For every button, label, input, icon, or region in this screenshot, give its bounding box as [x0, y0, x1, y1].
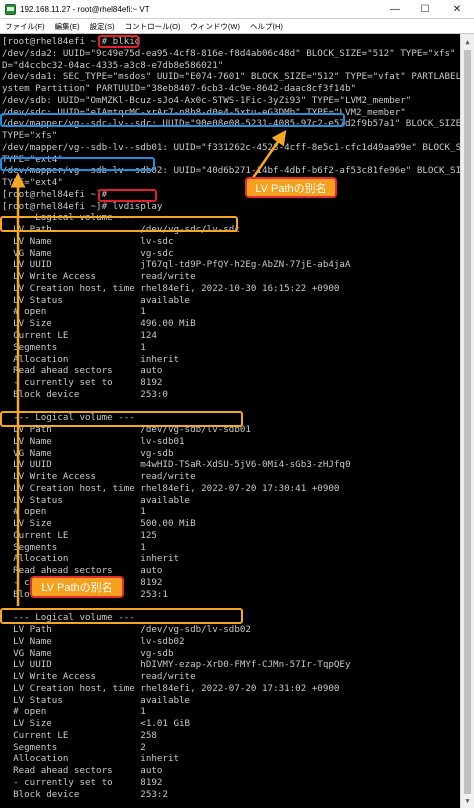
terminal-line: # open 1: [2, 306, 146, 318]
terminal-line: /dev/sda1: SEC_TYPE="msdos" UUID="E074-7…: [2, 71, 460, 83]
terminal-line: LV Creation host, time rhel84efi, 2022-0…: [2, 682, 340, 694]
terminal-line: /dev/mapper/vg--sdb-lv--sdb01: UUID="f33…: [2, 141, 460, 153]
scrollbar-thumb[interactable]: [464, 50, 471, 794]
teraterm-app-icon[interactable]: [4, 3, 16, 15]
maximize-button[interactable]: ☐: [410, 0, 440, 19]
terminal-line: VG Name vg-sdb: [2, 447, 174, 459]
terminal-line: LV Write Access read/write: [2, 471, 196, 483]
terminal-line: # open 1: [2, 706, 146, 718]
menu-window[interactable]: ウィンドウ(W): [185, 21, 245, 32]
terminal-line: Allocation inherit: [2, 353, 180, 365]
terminal-line: Segments 1: [2, 341, 146, 353]
terminal-line: VG Name vg-sdc: [2, 247, 174, 259]
terminal-line: LV Size 500.00 MiB: [2, 518, 196, 530]
terminal-line: LV Creation host, time rhel84efi, 2022-1…: [2, 282, 340, 294]
terminal-line: VG Name vg-sdb: [2, 647, 174, 659]
scroll-up-arrow-icon[interactable]: ▲: [461, 35, 474, 48]
menu-setup[interactable]: 設定(S): [85, 21, 120, 32]
menu-help[interactable]: ヘルプ(H): [245, 21, 288, 32]
menu-edit[interactable]: 編集(E): [50, 21, 85, 32]
terminal-line: Segments 2: [2, 741, 146, 753]
terminal-line: LV Status available: [2, 294, 191, 306]
callout-lv-path-alias-top: LV Pathの別名: [245, 177, 337, 198]
terminal-line: LV UUID jT67ql-td9P-PfQY-h2Eg-AbZN-77jE-…: [2, 259, 351, 271]
terminal-line: - currently set to 8192: [2, 377, 163, 389]
terminal-line: /dev/sda2: UUID="9c49e75d-ea95-4cf8-816e…: [2, 47, 460, 59]
terminal-line: LV Write Access read/write: [2, 671, 196, 683]
terminal-line: LV UUID hDIVMY-ezap-XrD0-FMYf-CJMn-57Ir-…: [2, 659, 351, 671]
terminal-line: TYPE="xfs": [2, 130, 58, 142]
callout-lv-path-alias-bottom: LV Pathの別名: [30, 576, 124, 598]
terminal-line: LV Path /dev/vg-sdb/lv-sdb02: [2, 624, 251, 635]
terminal-line: Segments 1: [2, 541, 146, 553]
highlight-mapper-lv-sdc: [0, 113, 345, 127]
terminal-line: Current LE 124: [2, 330, 157, 341]
terminal-line: [root@rhel84efi ~]#: [2, 188, 108, 200]
terminal-line: LV Status available: [2, 494, 191, 506]
terminal-line: Allocation inherit: [2, 553, 180, 565]
terminal-line: Read ahead sectors auto: [2, 365, 163, 377]
menu-file[interactable]: ファイル(F): [0, 21, 50, 32]
highlight-mapper-lv-sdb02: [0, 157, 155, 171]
terminal-line: LV Size 496.00 MiB: [2, 318, 196, 330]
terminal-line: LV Name lv-sdb01: [2, 435, 185, 447]
close-button[interactable]: ✕: [440, 0, 474, 19]
terminal-line: Allocation inherit: [2, 753, 180, 765]
terminal-line: LV Name lv-sdc: [2, 235, 174, 247]
terminal-line: LV Write Access read/write: [2, 271, 196, 283]
window-title: 192.168.11.27 - root@rhel84efi:~ VT: [20, 4, 150, 14]
terminal-line: Current LE 258: [2, 729, 157, 741]
highlight-lvdisplay-command: [98, 189, 157, 202]
menu-bar: ファイル(F) 編集(E) 設定(S) コントロール(O) ウィンドウ(W) ヘ…: [0, 19, 474, 34]
terminal-line: D="d4ccbc32-04ac-4335-a3c8-e7db8e586021": [2, 59, 224, 71]
terminal-line: LV Status available: [2, 694, 191, 706]
terminal-line: LV Creation host, time rhel84efi, 2022-0…: [2, 482, 340, 494]
highlight-lv-path-sdb01: [0, 411, 243, 427]
terminal-line: Read ahead sectors auto: [2, 765, 163, 777]
terminal-line: TYPE="ext4": [2, 177, 63, 189]
vertical-scrollbar[interactable]: ▲ ▼: [460, 34, 474, 808]
terminal-line: Block device 253:0: [2, 388, 168, 400]
terminal-line: Block device 253:2: [2, 788, 168, 800]
highlight-blkid-command: [98, 35, 139, 48]
highlight-lv-path-sdb02: [0, 608, 243, 624]
terminal-line: ystem Partition" PARTUUID="38eb8407-6cb3…: [2, 83, 357, 95]
window-titlebar: 192.168.11.27 - root@rhel84efi:~ VT — ☐ …: [0, 0, 474, 19]
menu-control[interactable]: コントロール(O): [120, 21, 186, 32]
scroll-down-arrow-icon[interactable]: ▼: [461, 794, 474, 807]
minimize-button[interactable]: —: [380, 0, 410, 19]
terminal-line: /dev/sdb: UUID="OmMZKl-Bcuz-sJo4-Ax0c-ST…: [2, 94, 412, 106]
terminal-line: LV Size <1.01 GiB: [2, 718, 191, 730]
terminal-line: # open 1: [2, 506, 146, 518]
terminal-line: Current LE 125: [2, 529, 157, 541]
terminal-line: - currently set to 8192: [2, 776, 163, 788]
terminal-line: LV Name lv-sdb02: [2, 635, 185, 647]
highlight-lv-path-sdc: [0, 216, 238, 232]
terminal-line: [root@rhel84efi ~]# lvdisplay: [2, 200, 163, 212]
terminal-line: LV UUID m4wHID-TSaR-XdSU-5jV6-0Mi4-sGb3-…: [2, 459, 351, 471]
terminal-line: Read ahead sectors auto: [2, 565, 163, 577]
